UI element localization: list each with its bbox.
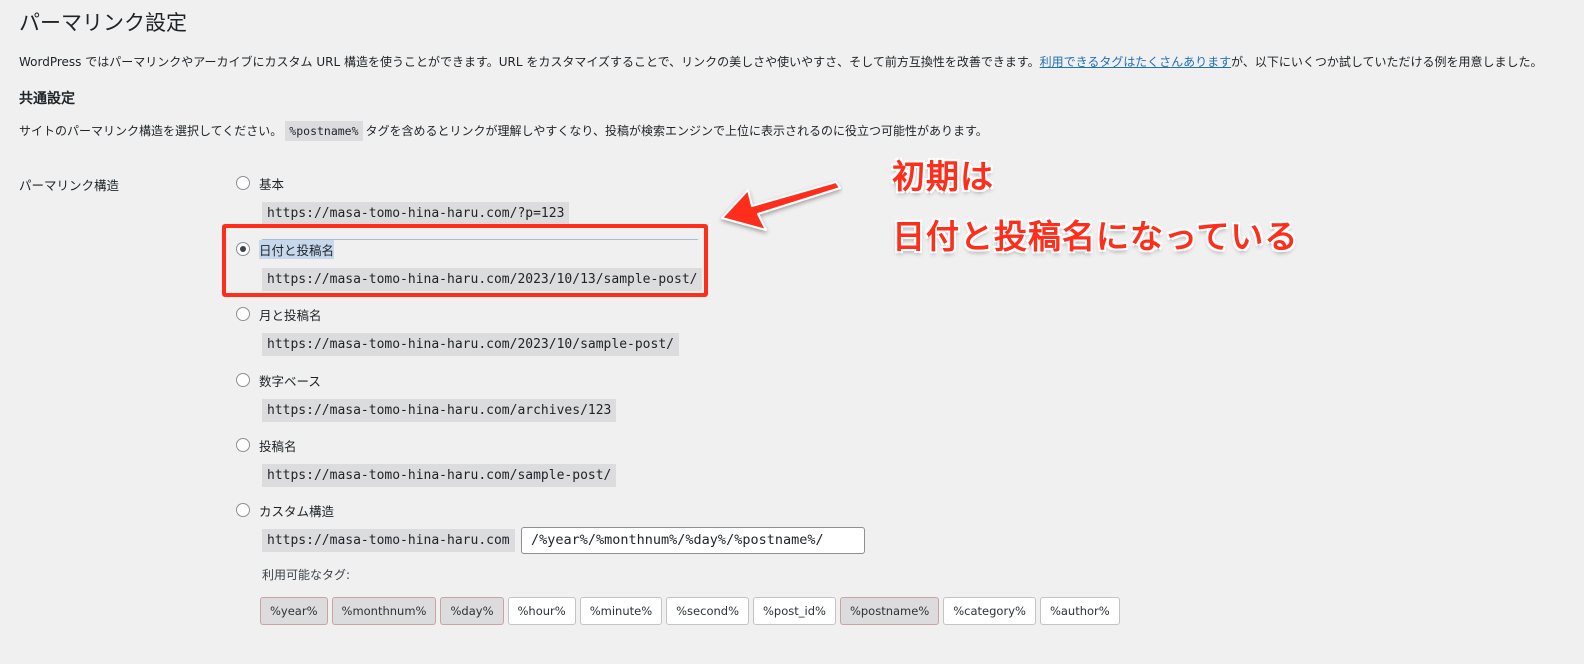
option-custom-label[interactable]: カスタム構造 bbox=[259, 501, 334, 520]
option-post-name-label[interactable]: 投稿名 bbox=[259, 436, 297, 455]
tag-button-monthnum[interactable]: %monthnum% bbox=[331, 597, 437, 625]
radio-month-name[interactable] bbox=[236, 307, 250, 321]
postname-code: %postname% bbox=[285, 121, 363, 141]
intro-text: WordPress ではパーマリンクやアーカイブにカスタム URL 構造を使うこ… bbox=[19, 53, 1569, 70]
option-numeric: 数字ベース https://masa-tomo-hina-haru.com/ar… bbox=[236, 371, 617, 422]
tag-button-post-id[interactable]: %post_id% bbox=[753, 597, 836, 625]
tag-button-postname[interactable]: %postname% bbox=[839, 597, 940, 625]
option-plain-example: https://masa-tomo-hina-haru.com/?p=123 bbox=[262, 202, 570, 225]
option-post-name-example: https://masa-tomo-hina-haru.com/sample-p… bbox=[262, 464, 617, 487]
radio-plain[interactable] bbox=[236, 176, 250, 190]
desc-after: タグを含めるとリンクが理解しやすくなり、投稿が検索エンジンで上位に表示されるのに… bbox=[365, 124, 988, 138]
available-tags-label: 利用可能なタグ: bbox=[262, 568, 351, 582]
tag-button-year[interactable]: %year% bbox=[260, 597, 328, 625]
intro-text-before: WordPress ではパーマリンクやアーカイブにカスタム URL 構造を使うこ… bbox=[19, 55, 1040, 69]
option-month-name-label[interactable]: 月と投稿名 bbox=[259, 305, 322, 324]
available-tags-link[interactable]: 利用できるタグはたくさんあります bbox=[1040, 55, 1232, 69]
tag-button-category[interactable]: %category% bbox=[943, 597, 1036, 625]
tag-button-minute[interactable]: %minute% bbox=[579, 597, 663, 625]
tag-button-hour[interactable]: %hour% bbox=[507, 597, 576, 625]
option-numeric-label[interactable]: 数字ベース bbox=[259, 371, 321, 390]
option-numeric-example: https://masa-tomo-hina-haru.com/archives… bbox=[262, 399, 617, 422]
annotation-highlight-box bbox=[222, 224, 708, 297]
annotation-line-2: 日付と投稿名になっている bbox=[892, 217, 1299, 256]
common-settings-description: サイトのパーマリンク構造を選択してください。 %postname% タグを含めるとリ… bbox=[19, 121, 988, 141]
option-custom: カスタム構造 https://masa-tomo-hina-haru.com bbox=[236, 501, 515, 552]
desc-before: サイトのパーマリンク構造を選択してください。 bbox=[19, 124, 283, 138]
radio-numeric[interactable] bbox=[236, 373, 250, 387]
permalink-structure-label: パーマリンク構造 bbox=[19, 178, 120, 193]
available-tags-list: %year% %monthnum% %day% %hour% %minute% … bbox=[260, 597, 1120, 625]
custom-structure-input[interactable]: /%year%/%monthnum%/%day%/%postname%/ bbox=[521, 527, 865, 554]
option-post-name: 投稿名 https://masa-tomo-hina-haru.com/samp… bbox=[236, 436, 617, 487]
tag-button-author[interactable]: %author% bbox=[1039, 597, 1120, 625]
radio-post-name[interactable] bbox=[236, 438, 250, 452]
tag-button-day[interactable]: %day% bbox=[440, 597, 504, 625]
option-month-name-example: https://masa-tomo-hina-haru.com/2023/10/… bbox=[262, 333, 679, 356]
page-title: パーマリンク設定 bbox=[19, 11, 187, 35]
radio-custom[interactable] bbox=[236, 503, 250, 517]
option-custom-base-url: https://masa-tomo-hina-haru.com bbox=[262, 529, 515, 552]
option-month-name: 月と投稿名 https://masa-tomo-hina-haru.com/20… bbox=[236, 305, 679, 356]
annotation-line-1: 初期は bbox=[892, 157, 994, 196]
annotation-arrow-icon bbox=[721, 181, 841, 231]
option-plain-label[interactable]: 基本 bbox=[259, 174, 284, 193]
intro-text-after: が、以下にいくつか試していただける例を用意しました。 bbox=[1231, 55, 1543, 69]
tag-button-second[interactable]: %second% bbox=[666, 597, 749, 625]
option-plain: 基本 https://masa-tomo-hina-haru.com/?p=12… bbox=[236, 174, 570, 225]
common-settings-heading: 共通設定 bbox=[19, 91, 75, 107]
